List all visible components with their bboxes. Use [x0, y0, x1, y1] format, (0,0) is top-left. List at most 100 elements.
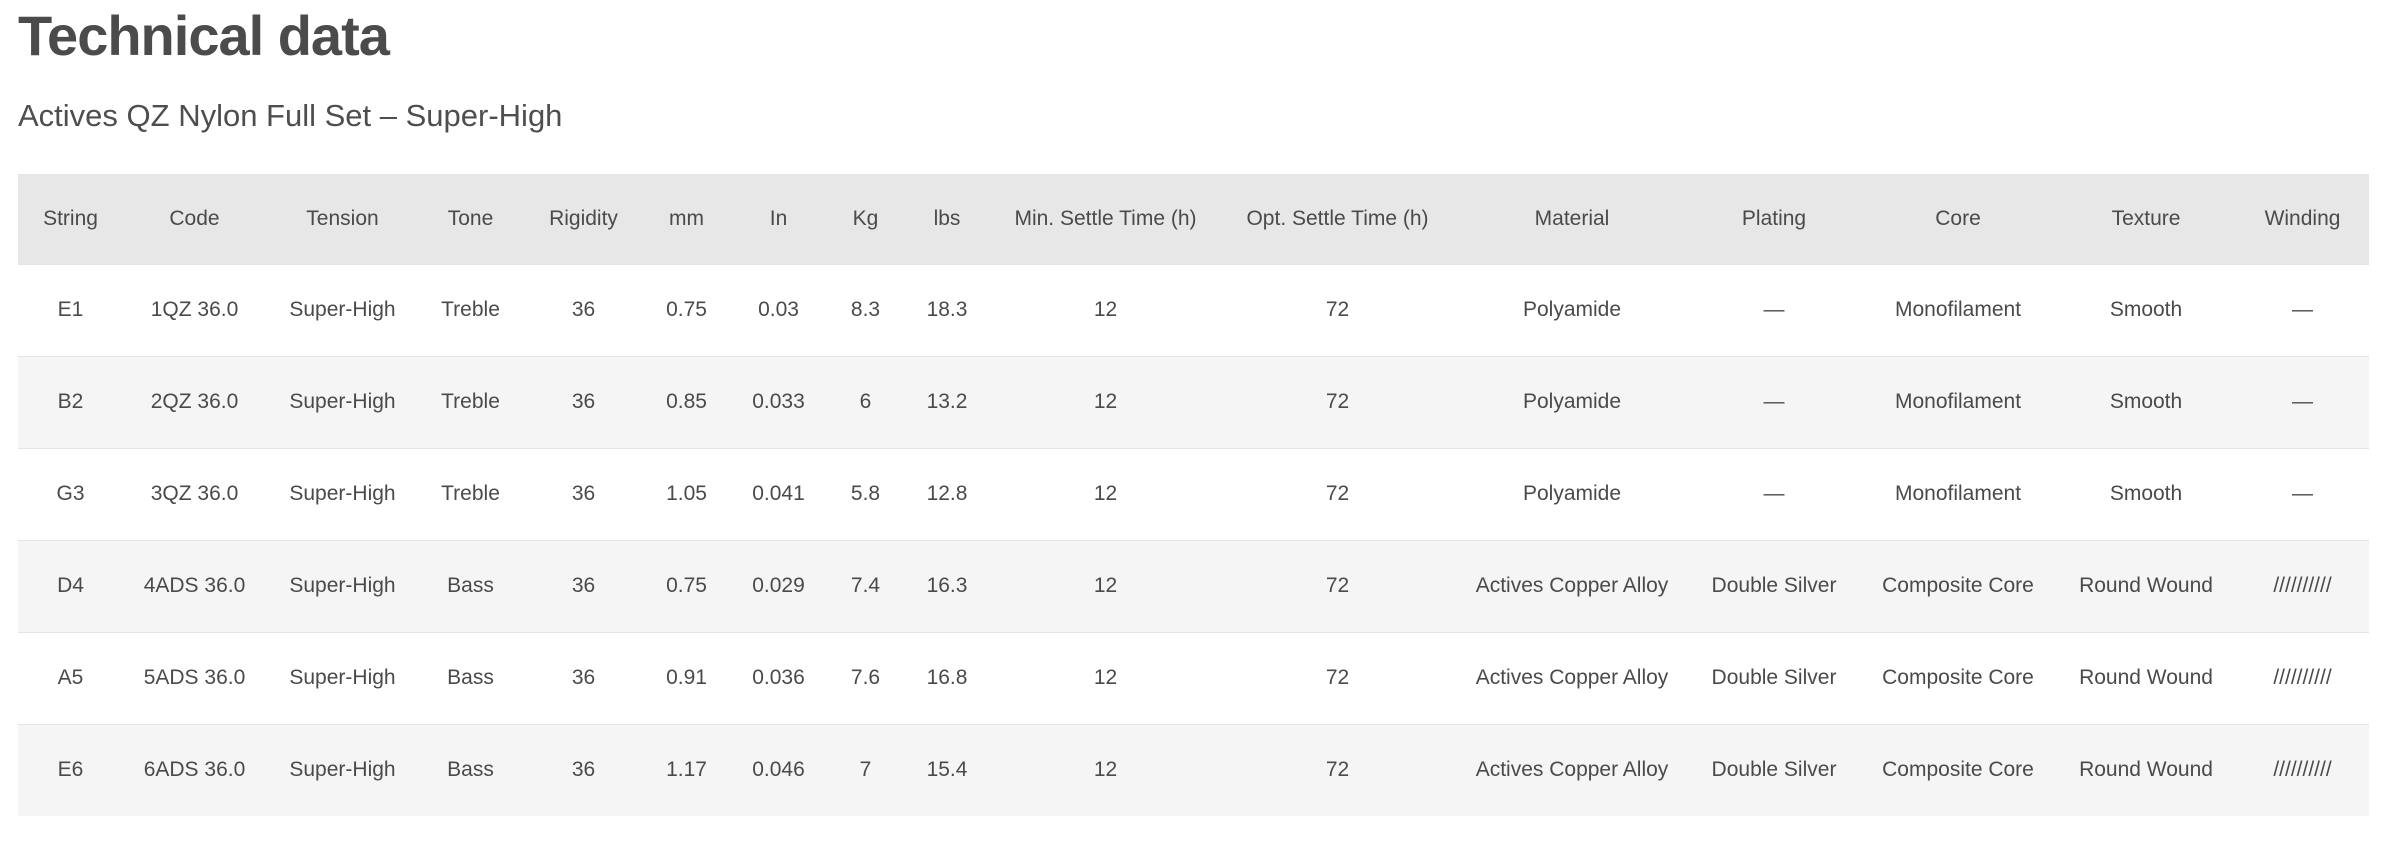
cell-code: 3QZ 36.0: [150, 482, 239, 505]
column-header-in: In: [769, 206, 788, 230]
cell-plating: —: [1763, 482, 1785, 505]
cell-kg: 7.4: [850, 574, 881, 597]
technical-data-page: Technical data Actives QZ Nylon Full Set…: [0, 0, 2386, 856]
cell-mm: 1.17: [666, 758, 707, 782]
cell-rigidity: 36: [571, 390, 596, 413]
column-header-tone: Tone: [447, 206, 494, 230]
cell-string: B2: [57, 390, 84, 413]
column-header-material: Material: [1534, 206, 1610, 230]
cell-plating: Double Silver: [1711, 758, 1837, 782]
cell-string: A5: [57, 666, 84, 689]
cell-opt-settle-time: 72: [1325, 390, 1350, 413]
cell-material: Polyamide: [1522, 390, 1622, 413]
column-header-texture: Texture: [2111, 206, 2181, 230]
cell-code: 1QZ 36.0: [150, 298, 239, 321]
cell-code: 2QZ 36.0: [150, 390, 239, 413]
cell-tension: Super-High: [289, 482, 396, 505]
cell-opt-settle-time: 72: [1325, 482, 1350, 505]
cell-tone: Bass: [447, 666, 494, 689]
technical-data-table: String Code Tension Tone Rigidity mm In …: [18, 174, 2369, 816]
cell-min-settle-time: 12: [1093, 758, 1118, 782]
cell-in: 0.03: [758, 298, 799, 321]
cell-mm: 1.05: [666, 482, 707, 505]
cell-rigidity: 36: [571, 758, 596, 782]
cell-string: D4: [57, 574, 84, 597]
cell-opt-settle-time: 72: [1325, 574, 1350, 597]
cell-material: Polyamide: [1522, 482, 1622, 505]
cell-winding: —: [2292, 482, 2313, 505]
cell-string: G3: [56, 482, 85, 505]
column-header-core: Core: [1935, 206, 1981, 230]
cell-rigidity: 36: [571, 482, 596, 505]
cell-core: Monofilament: [1894, 390, 2022, 413]
cell-string: E1: [57, 298, 84, 321]
cell-tension: Super-High: [289, 298, 396, 321]
table-row: G3 3QZ 36.0 Super-High Treble 36 1.05 0.…: [18, 448, 2369, 540]
table-header-row: String Code Tension Tone Rigidity mm In …: [18, 174, 2369, 264]
cell-lbs: 16.3: [926, 574, 968, 597]
cell-rigidity: 36: [571, 666, 596, 689]
cell-mm: 0.91: [666, 666, 707, 689]
cell-lbs: 16.8: [926, 666, 968, 689]
cell-material: Polyamide: [1522, 298, 1622, 321]
column-header-code: Code: [169, 206, 220, 230]
table-row: D4 4ADS 36.0 Super-High Bass 36 0.75 0.0…: [18, 540, 2369, 632]
cell-texture: Smooth: [2109, 390, 2183, 413]
cell-winding: //////////: [2273, 574, 2332, 597]
cell-lbs: 12.8: [926, 482, 968, 505]
table-row: B2 2QZ 36.0 Super-High Treble 36 0.85 0.…: [18, 356, 2369, 448]
cell-texture: Round Wound: [2079, 758, 2213, 782]
cell-texture: Round Wound: [2079, 666, 2213, 689]
cell-core: Composite Core: [1882, 574, 2034, 597]
cell-texture: Smooth: [2109, 298, 2183, 321]
cell-tone: Treble: [441, 298, 500, 321]
column-header-lbs: lbs: [933, 206, 961, 230]
cell-winding: //////////: [2273, 666, 2332, 689]
cell-tone: Bass: [447, 758, 494, 782]
table-row: A5 5ADS 36.0 Super-High Bass 36 0.91 0.0…: [18, 632, 2369, 724]
cell-min-settle-time: 12: [1093, 298, 1118, 321]
cell-mm: 0.75: [666, 298, 707, 321]
cell-plating: —: [1763, 390, 1785, 413]
technical-data-table-container: String Code Tension Tone Rigidity mm In …: [18, 174, 2369, 816]
cell-kg: 6: [859, 390, 872, 413]
cell-in: 0.036: [752, 666, 805, 689]
cell-in: 0.041: [752, 482, 805, 505]
cell-tone: Treble: [441, 390, 500, 413]
cell-lbs: 15.4: [926, 758, 968, 782]
cell-core: Monofilament: [1894, 298, 2022, 321]
column-header-rigidity: Rigidity: [549, 206, 618, 230]
cell-in: 0.046: [752, 758, 805, 782]
cell-opt-settle-time: 72: [1325, 298, 1350, 321]
cell-plating: Double Silver: [1711, 666, 1837, 689]
page-title: Technical data: [18, 4, 390, 67]
cell-in: 0.033: [752, 390, 805, 413]
column-header-opt-settle-time: Opt. Settle Time (h): [1246, 206, 1429, 230]
cell-rigidity: 36: [571, 298, 596, 321]
cell-tension: Super-High: [289, 666, 396, 689]
cell-material: Actives Copper Alloy: [1475, 666, 1669, 689]
cell-code: 6ADS 36.0: [143, 758, 246, 782]
cell-opt-settle-time: 72: [1325, 666, 1350, 689]
cell-material: Actives Copper Alloy: [1475, 574, 1669, 597]
column-header-mm: mm: [669, 206, 704, 230]
cell-tension: Super-High: [289, 390, 396, 413]
cell-mm: 0.85: [666, 390, 707, 413]
cell-material: Actives Copper Alloy: [1475, 758, 1669, 782]
cell-texture: Smooth: [2109, 482, 2183, 505]
column-header-tension: Tension: [306, 206, 379, 230]
table-row: E6 6ADS 36.0 Super-High Bass 36 1.17 0.0…: [18, 724, 2369, 816]
column-header-plating: Plating: [1741, 206, 1807, 230]
cell-winding: //////////: [2273, 758, 2332, 782]
column-header-kg: Kg: [852, 206, 879, 230]
table-row: E1 1QZ 36.0 Super-High Treble 36 0.75 0.…: [18, 264, 2369, 356]
cell-code: 5ADS 36.0: [143, 666, 246, 689]
cell-plating: Double Silver: [1711, 574, 1837, 597]
cell-rigidity: 36: [571, 574, 596, 597]
cell-code: 4ADS 36.0: [143, 574, 246, 597]
cell-opt-settle-time: 72: [1325, 758, 1350, 782]
cell-in: 0.029: [752, 574, 805, 597]
cell-tension: Super-High: [289, 574, 396, 597]
cell-kg: 7.6: [850, 666, 881, 689]
cell-lbs: 13.2: [926, 390, 968, 413]
